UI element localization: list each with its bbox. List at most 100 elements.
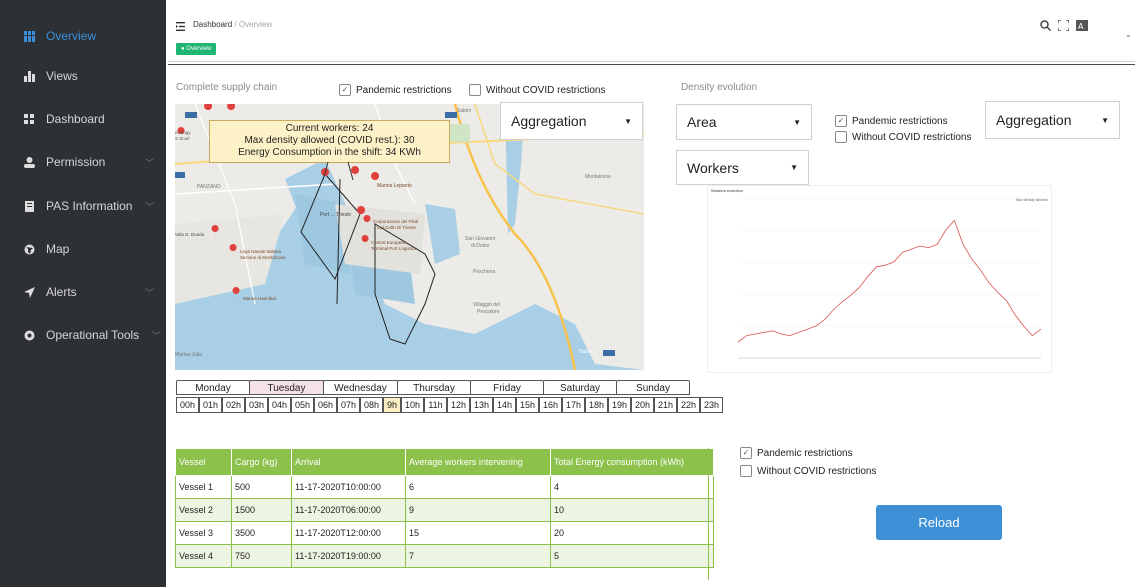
pandemic-restrictions-checkbox[interactable]: ✓ Pandemic restrictions <box>339 84 452 96</box>
select-value: Area <box>687 114 717 130</box>
checkbox-unchecked[interactable] <box>740 465 752 477</box>
map-place-label: San Giovanni <box>465 236 496 242</box>
hour-button-03h[interactable]: 03h <box>245 397 268 413</box>
day-tab-saturday[interactable]: Saturday <box>543 380 617 395</box>
table-cell: 500 <box>231 475 292 499</box>
col-cargo[interactable]: Cargo (kg) <box>231 448 292 476</box>
tooltip-pointer <box>322 162 354 180</box>
map-aggregation-select[interactable]: Aggregation ▼ <box>500 102 643 140</box>
chevron-down-icon[interactable]: ⌄ <box>1125 30 1132 39</box>
hour-button-00h[interactable]: 00h <box>176 397 199 413</box>
checkbox-checked[interactable]: ✓ <box>339 84 351 96</box>
col-vessel[interactable]: Vessel <box>175 448 232 476</box>
hour-button-11h[interactable]: 11h <box>424 397 447 413</box>
select-value: Aggregation <box>511 113 587 129</box>
hour-button-02h[interactable]: 02h <box>222 397 245 413</box>
hour-button-16h[interactable]: 16h <box>539 397 562 413</box>
hour-button-14h[interactable]: 14h <box>493 397 516 413</box>
sidebar-item-alerts[interactable]: Alerts ﹀ <box>0 271 166 313</box>
hour-button-07h[interactable]: 07h <box>337 397 360 413</box>
translate-icon[interactable]: A <box>1076 20 1088 34</box>
top-bar <box>166 0 1135 62</box>
checkbox-checked[interactable]: ✓ <box>740 447 752 459</box>
col-average-workers[interactable]: Average workers intervening <box>405 448 551 476</box>
density-pandemic-checkbox[interactable]: ✓ Pandemic restrictions <box>835 115 948 127</box>
table-cell: 10 <box>550 498 714 522</box>
area-select[interactable]: Area ▼ <box>676 104 812 140</box>
table-cell: 750 <box>231 544 292 568</box>
map-place-label: Pescheria <box>473 269 496 275</box>
density-evolution-title: Density evolution <box>681 82 758 93</box>
without-covid-checkbox[interactable]: Without COVID restrictions <box>469 84 605 96</box>
table-row: Vessel 3 3500 11-17-2020T12:00:00 15 20 <box>175 521 714 545</box>
sidebar-item-label: PAS Information <box>46 199 133 213</box>
col-total-energy[interactable]: Total Energy consumption (kWh) <box>550 448 714 476</box>
globe-icon <box>23 243 35 255</box>
tooltip-energy: Energy Consumption in the shift: 34 KWh <box>238 147 421 158</box>
breadcrumb-dashboard[interactable]: Dashboard <box>193 20 232 29</box>
map-place-label: Marina Hannibal <box>243 296 276 301</box>
hour-button-13h[interactable]: 13h <box>470 397 493 413</box>
bottom-pandemic-checkbox[interactable]: ✓ Pandemic restrictions <box>740 447 853 459</box>
map-place-label: Duino <box>579 349 593 355</box>
svg-text:A: A <box>1078 22 1084 31</box>
sidebar-item-map[interactable]: Map <box>0 228 166 270</box>
sidebar-item-pas-information[interactable]: PAS Information ﹀ <box>0 185 166 227</box>
checkbox-label: Without COVID restrictions <box>757 465 877 477</box>
select-value: Workers <box>687 159 739 176</box>
day-tab-friday[interactable]: Friday <box>470 380 544 395</box>
checkbox-checked[interactable]: ✓ <box>835 115 847 127</box>
hour-button-22h[interactable]: 22h <box>677 397 700 413</box>
hour-button-23h[interactable]: 23h <box>700 397 723 413</box>
hour-button-05h[interactable]: 05h <box>291 397 314 413</box>
checkbox-label: Without COVID restrictions <box>486 84 606 96</box>
hour-button-15h[interactable]: 15h <box>516 397 539 413</box>
menu-fold-icon[interactable] <box>176 18 185 36</box>
hour-button-17h[interactable]: 17h <box>562 397 585 413</box>
checkbox-unchecked[interactable] <box>469 84 481 96</box>
density-without-covid-checkbox[interactable]: Without COVID restrictions <box>835 131 971 143</box>
workers-select[interactable]: Workers ▼ <box>676 150 809 185</box>
day-tab-tuesday[interactable]: Tuesday <box>249 380 324 395</box>
sidebar-item-operational-tools[interactable]: Operational Tools ﹀ <box>0 314 166 356</box>
hour-button-18h[interactable]: 18h <box>585 397 608 413</box>
fullscreen-icon[interactable] <box>1057 19 1070 34</box>
hour-button-01h[interactable]: 01h <box>199 397 222 413</box>
checkbox-unchecked[interactable] <box>835 131 847 143</box>
map-place-label: ecology <box>175 130 191 135</box>
hour-button-06h[interactable]: 06h <box>314 397 337 413</box>
table-cell: Vessel 3 <box>175 521 232 545</box>
breadcrumb-overview: Overview <box>238 20 273 29</box>
reload-button[interactable]: Reload <box>876 505 1002 540</box>
bottom-without-covid-checkbox[interactable]: Without COVID restrictions <box>740 465 876 477</box>
sidebar-item-overview[interactable]: Overview <box>0 15 166 57</box>
sidebar-item-views[interactable]: Views <box>0 55 166 97</box>
col-arrival[interactable]: Arrival <box>291 448 406 476</box>
hour-button-20h[interactable]: 20h <box>631 397 654 413</box>
table-cell: Vessel 2 <box>175 498 232 522</box>
tab-overview[interactable]: ● Overview <box>176 43 217 55</box>
hour-button-19h[interactable]: 19h <box>608 397 631 413</box>
density-aggregation-select[interactable]: Aggregation ▼ <box>985 101 1120 139</box>
day-tab-wednesday[interactable]: Wednesday <box>323 380 398 395</box>
day-tab-monday[interactable]: Monday <box>176 380 250 395</box>
map-place-label: Marina Lepanto <box>377 183 412 189</box>
map-place-label: Central European <box>371 240 407 245</box>
day-tab-sunday[interactable]: Sunday <box>616 380 690 395</box>
sidebar-item-permission[interactable]: Permission ﹀ <box>0 141 166 183</box>
table-cell: 9 <box>405 498 551 522</box>
supply-chain-title: Complete supply chain <box>176 82 278 93</box>
table-cell: 11-17-2020T12:00:00 <box>291 521 406 545</box>
hour-button-9h[interactable]: 9h <box>383 397 401 413</box>
day-tab-thursday[interactable]: Thursday <box>397 380 471 395</box>
hour-button-10h[interactable]: 10h <box>401 397 424 413</box>
hour-button-08h[interactable]: 08h <box>360 397 383 413</box>
breadcrumb: Dashboard / Overview <box>193 20 272 29</box>
hour-button-21h[interactable]: 21h <box>654 397 677 413</box>
send-icon <box>23 286 35 298</box>
sidebar-item-dashboard[interactable]: Dashboard <box>0 98 166 140</box>
hour-button-04h[interactable]: 04h <box>268 397 291 413</box>
hour-button-12h[interactable]: 12h <box>447 397 470 413</box>
search-icon[interactable] <box>1040 20 1052 34</box>
table-header-row: Vessel Cargo (kg) Arrival Average worker… <box>175 448 714 476</box>
